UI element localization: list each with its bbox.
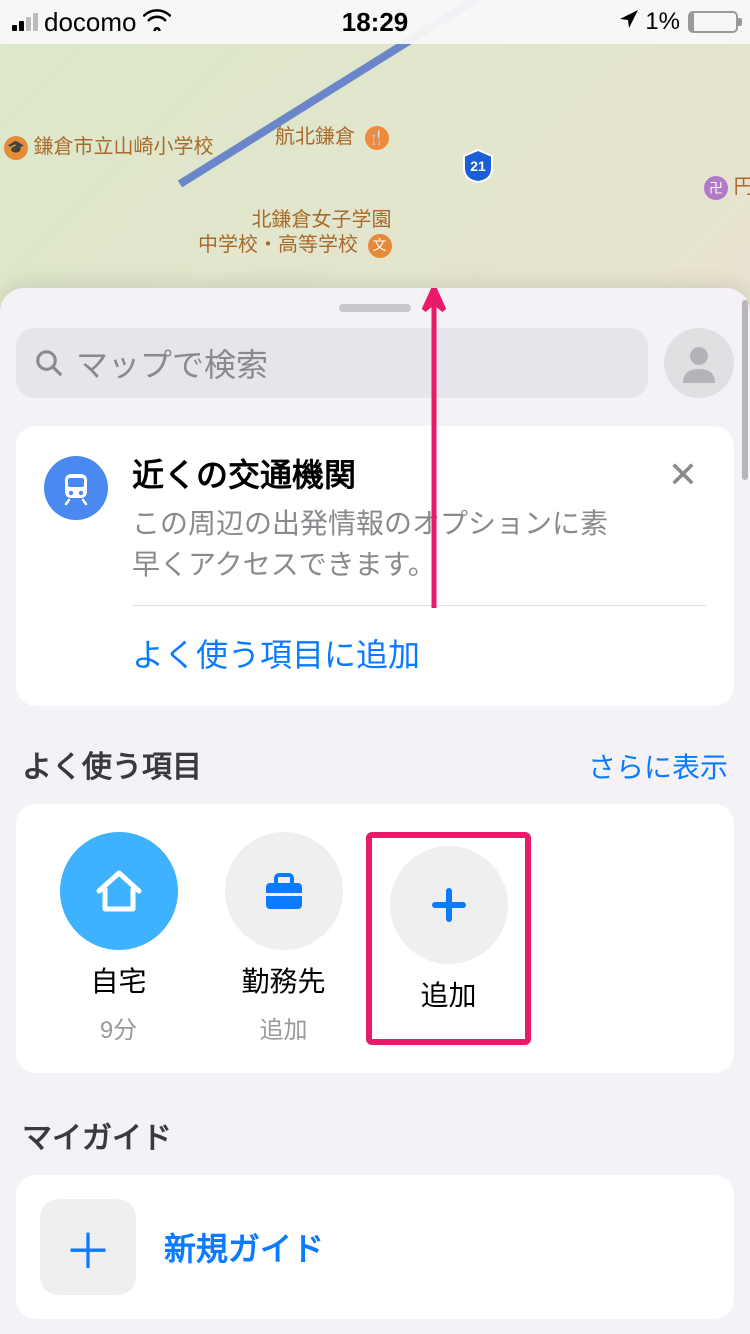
profile-avatar[interactable]	[664, 328, 734, 398]
scrollbar[interactable]	[742, 300, 748, 480]
close-button[interactable]: ✕	[660, 450, 706, 500]
cellular-signal-icon	[12, 13, 38, 31]
favorite-label: 勤務先	[241, 960, 325, 1000]
carrier-label: docomo	[44, 7, 137, 38]
search-sheet: マップで検索 近くの交通機関 この周辺の出発情報のオプションに素早くアクセスでき…	[0, 288, 750, 1334]
favorite-work[interactable]: 勤務先 追加	[201, 832, 366, 1045]
transit-icon	[44, 456, 108, 520]
food-icon: 🍴	[365, 126, 389, 150]
svg-text:21: 21	[470, 158, 486, 174]
favorite-label: 追加	[420, 974, 476, 1014]
new-guide-label: 新規ガイド	[164, 1224, 324, 1270]
school-icon: 文	[368, 234, 392, 258]
wifi-icon	[143, 7, 171, 38]
clock: 18:29	[342, 7, 409, 38]
new-guide-row[interactable]: ＋ 新規ガイド	[16, 1175, 734, 1319]
map-poi-school-1[interactable]: 🎓 鎌倉市立山崎小学校	[0, 130, 214, 160]
favorite-label: 自宅	[90, 960, 146, 1000]
guides-title: マイガイド	[22, 1113, 172, 1157]
battery-icon	[688, 11, 738, 33]
divider	[132, 605, 706, 606]
map-poi-food[interactable]: 航北鎌倉 🍴	[275, 120, 389, 150]
map-poi-school-2[interactable]: 北鎌倉女子学園 中学校・高等学校 文	[198, 208, 392, 258]
transit-subtitle: この周辺の出発情報のオプションに素早くアクセスできます。	[132, 504, 636, 585]
map-poi-temple[interactable]: 卍 円覚	[700, 170, 750, 200]
battery-pct: 1%	[645, 8, 680, 36]
plus-icon: ＋	[40, 1199, 136, 1295]
sheet-grabber[interactable]	[339, 304, 411, 312]
favorite-sub: 追加	[260, 1010, 308, 1045]
favorites-row: 自宅 9分 勤務先 追加 追加	[16, 804, 734, 1073]
nearby-transit-card: 近くの交通機関 この周辺の出発情報のオプションに素早くアクセスできます。 ✕ よ…	[16, 426, 734, 706]
map-label-text: 北鎌倉女子学園 中学校・高等学校	[198, 209, 392, 256]
map-label-text: 航北鎌倉	[275, 126, 355, 148]
plus-icon	[390, 846, 508, 964]
favorites-see-more[interactable]: さらに表示	[588, 746, 728, 786]
favorite-home[interactable]: 自宅 9分	[36, 832, 201, 1045]
location-icon	[619, 8, 639, 36]
route-shield-21: 21	[460, 148, 496, 184]
add-to-favorites-link[interactable]: よく使う項目に追加	[44, 624, 706, 682]
search-icon	[34, 348, 64, 378]
search-input[interactable]: マップで検索	[16, 328, 648, 398]
favorite-sub: 9分	[100, 1010, 137, 1045]
temple-icon: 卍	[704, 176, 728, 200]
map-label-text: 鎌倉市立山崎小学校	[34, 136, 214, 158]
favorite-add[interactable]: 追加	[366, 832, 531, 1045]
briefcase-icon	[225, 832, 343, 950]
status-bar: docomo 18:29 1%	[0, 0, 750, 44]
person-icon	[675, 339, 723, 387]
transit-title: 近くの交通機関	[132, 450, 636, 496]
map-label-text: 円覚	[734, 176, 750, 198]
home-icon	[60, 832, 178, 950]
favorites-title: よく使う項目	[22, 742, 202, 786]
search-placeholder: マップで検索	[76, 340, 268, 386]
school-icon: 🎓	[4, 136, 28, 160]
